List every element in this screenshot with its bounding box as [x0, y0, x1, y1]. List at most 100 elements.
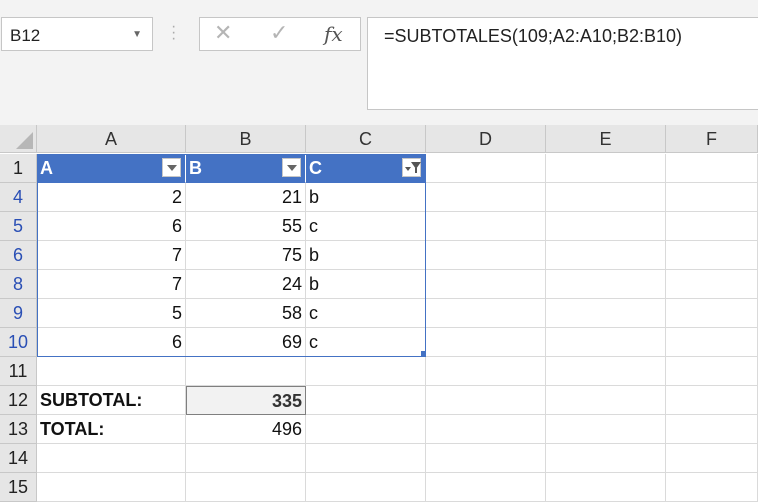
- cell-a14[interactable]: [37, 444, 186, 473]
- row-header-5[interactable]: 5: [0, 212, 37, 241]
- cell-e15[interactable]: [546, 473, 666, 502]
- cell-c6[interactable]: b: [306, 241, 426, 270]
- cell-c8[interactable]: b: [306, 270, 426, 299]
- row-header-6[interactable]: 6: [0, 241, 37, 270]
- cell-d1[interactable]: [426, 154, 546, 183]
- row-header-10[interactable]: 10: [0, 328, 37, 357]
- table-resize-handle[interactable]: [421, 351, 426, 356]
- cell-a6[interactable]: 7: [37, 241, 186, 270]
- cell-a10[interactable]: 6: [37, 328, 186, 357]
- cell-d8[interactable]: [426, 270, 546, 299]
- cell-d6[interactable]: [426, 241, 546, 270]
- cell-d9[interactable]: [426, 299, 546, 328]
- formula-input[interactable]: =SUBTOTALES(109;A2:A10;B2:B10): [367, 17, 758, 110]
- cell-f1[interactable]: [666, 154, 758, 183]
- column-header-f[interactable]: F: [666, 125, 758, 153]
- chevron-down-icon[interactable]: ▼: [132, 29, 142, 40]
- cell-e1[interactable]: [546, 154, 666, 183]
- cell-e13[interactable]: [546, 415, 666, 444]
- cell-d4[interactable]: [426, 183, 546, 212]
- cell-c1[interactable]: C: [306, 154, 426, 183]
- cell-f4[interactable]: [666, 183, 758, 212]
- cell-f13[interactable]: [666, 415, 758, 444]
- row-header-15[interactable]: 15: [0, 473, 37, 502]
- cell-b11[interactable]: [186, 357, 306, 386]
- cell-f12[interactable]: [666, 386, 758, 415]
- cell-a12[interactable]: SUBTOTAL:: [37, 386, 186, 415]
- cell-b9[interactable]: 58: [186, 299, 306, 328]
- cell-d15[interactable]: [426, 473, 546, 502]
- cell-b1[interactable]: B: [186, 154, 306, 183]
- cell-a8[interactable]: 7: [37, 270, 186, 299]
- cell-c10[interactable]: c: [306, 328, 426, 357]
- cell-e4[interactable]: [546, 183, 666, 212]
- select-all-button[interactable]: [0, 125, 37, 153]
- row-header-1[interactable]: 1: [0, 154, 37, 183]
- cell-b13[interactable]: 496: [186, 415, 306, 444]
- filter-applied-icon[interactable]: [402, 158, 421, 177]
- column-header-a[interactable]: A: [37, 125, 186, 153]
- cell-b8[interactable]: 24: [186, 270, 306, 299]
- cell-e14[interactable]: [546, 444, 666, 473]
- cell-e5[interactable]: [546, 212, 666, 241]
- column-header-e[interactable]: E: [546, 125, 666, 153]
- row-header-13[interactable]: 13: [0, 415, 37, 444]
- cell-b12[interactable]: 335: [186, 386, 306, 415]
- cell-a11[interactable]: [37, 357, 186, 386]
- cell-f6[interactable]: [666, 241, 758, 270]
- cell-c5[interactable]: c: [306, 212, 426, 241]
- cell-f10[interactable]: [666, 328, 758, 357]
- column-header-c[interactable]: C: [306, 125, 426, 153]
- cell-c13[interactable]: [306, 415, 426, 444]
- cell-b14[interactable]: [186, 444, 306, 473]
- column-header-b[interactable]: B: [186, 125, 306, 153]
- cell-f14[interactable]: [666, 444, 758, 473]
- cell-c14[interactable]: [306, 444, 426, 473]
- cell-d12[interactable]: [426, 386, 546, 415]
- cell-b6[interactable]: 75: [186, 241, 306, 270]
- cell-a4[interactable]: 2: [37, 183, 186, 212]
- cell-f15[interactable]: [666, 473, 758, 502]
- row-header-14[interactable]: 14: [0, 444, 37, 473]
- cell-a5[interactable]: 6: [37, 212, 186, 241]
- filter-dropdown-icon[interactable]: [282, 158, 301, 177]
- cell-f9[interactable]: [666, 299, 758, 328]
- row-header-4[interactable]: 4: [0, 183, 37, 212]
- cell-d10[interactable]: [426, 328, 546, 357]
- cell-e9[interactable]: [546, 299, 666, 328]
- cell-e12[interactable]: [546, 386, 666, 415]
- cell-c11[interactable]: [306, 357, 426, 386]
- cell-c15[interactable]: [306, 473, 426, 502]
- row-header-11[interactable]: 11: [0, 357, 37, 386]
- cell-b5[interactable]: 55: [186, 212, 306, 241]
- cell-a13[interactable]: TOTAL:: [37, 415, 186, 444]
- name-box[interactable]: B12 ▼: [1, 17, 153, 51]
- cell-f11[interactable]: [666, 357, 758, 386]
- close-icon[interactable]: ✕: [214, 20, 232, 46]
- cell-f5[interactable]: [666, 212, 758, 241]
- cell-a15[interactable]: [37, 473, 186, 502]
- cell-c9[interactable]: c: [306, 299, 426, 328]
- cell-c12[interactable]: [306, 386, 426, 415]
- cell-a1[interactable]: A: [37, 154, 186, 183]
- row-header-12[interactable]: 12: [0, 386, 37, 415]
- check-icon[interactable]: ✓: [270, 20, 288, 46]
- cell-e11[interactable]: [546, 357, 666, 386]
- cell-d5[interactable]: [426, 212, 546, 241]
- cell-d13[interactable]: [426, 415, 546, 444]
- cell-e8[interactable]: [546, 270, 666, 299]
- cell-b10[interactable]: 69: [186, 328, 306, 357]
- cell-b15[interactable]: [186, 473, 306, 502]
- cell-f8[interactable]: [666, 270, 758, 299]
- cell-e6[interactable]: [546, 241, 666, 270]
- drag-handle-icon[interactable]: · · ·: [171, 19, 176, 47]
- cell-b4[interactable]: 21: [186, 183, 306, 212]
- cell-d14[interactable]: [426, 444, 546, 473]
- cell-a9[interactable]: 5: [37, 299, 186, 328]
- cell-c4[interactable]: b: [306, 183, 426, 212]
- cell-d11[interactable]: [426, 357, 546, 386]
- row-header-8[interactable]: 8: [0, 270, 37, 299]
- cell-e10[interactable]: [546, 328, 666, 357]
- fx-icon[interactable]: fx: [324, 22, 343, 46]
- column-header-d[interactable]: D: [426, 125, 546, 153]
